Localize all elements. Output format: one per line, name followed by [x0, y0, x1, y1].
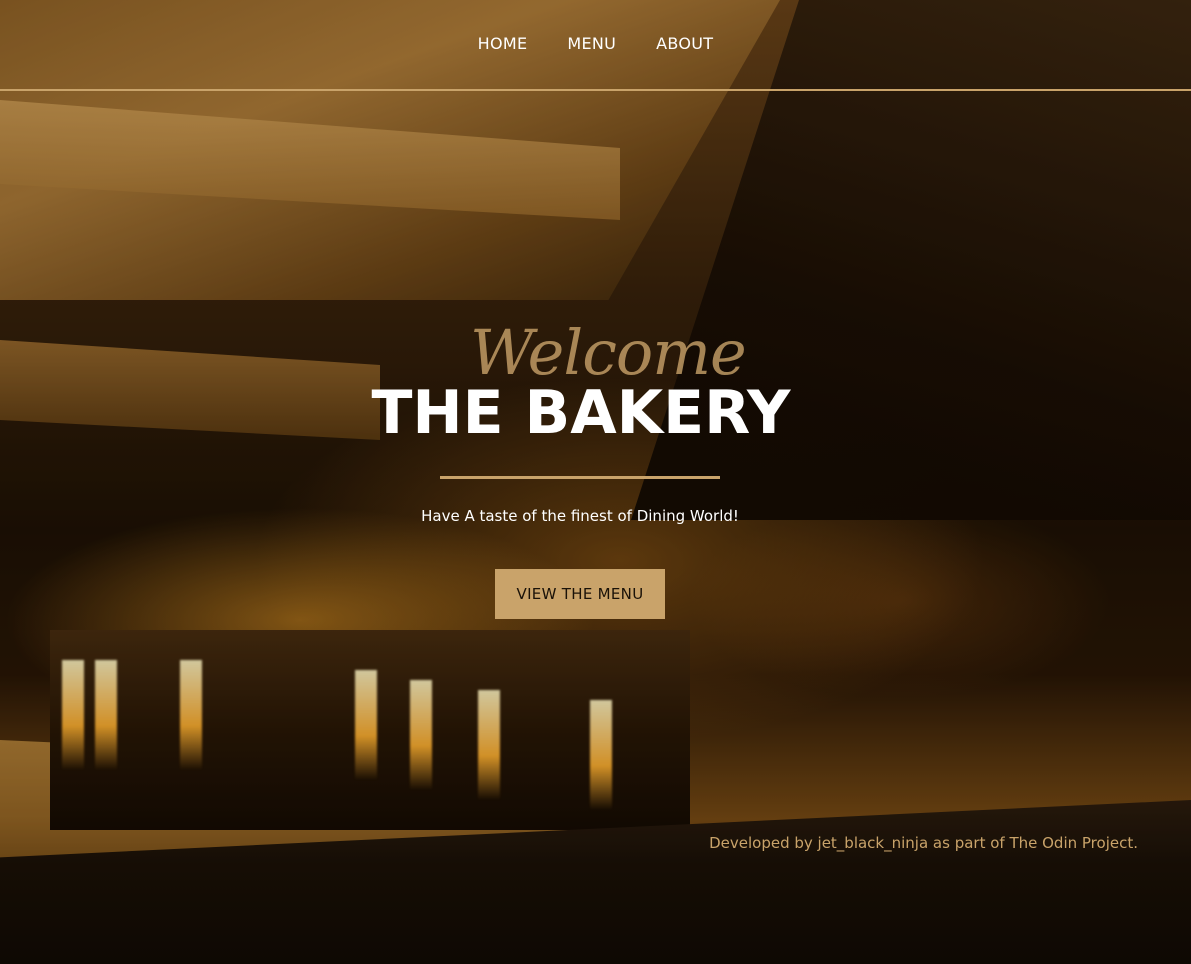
hero-tagline: Have A taste of the finest of Dining Wor… [421, 507, 739, 525]
nav-home-link[interactable]: HOME [478, 34, 528, 53]
title-divider [440, 476, 720, 479]
background-restaurant-photo [0, 0, 1191, 964]
page-title: THE BAKERY [371, 378, 791, 448]
nav-menu-link[interactable]: MENU [567, 34, 616, 53]
footer-credit: Developed by jet_black_ninja as part of … [709, 834, 1138, 852]
nav-about-link[interactable]: ABOUT [656, 34, 713, 53]
main-nav: HOME MENU ABOUT [0, 0, 1191, 91]
view-menu-button[interactable]: VIEW THE MENU [495, 569, 665, 619]
image-overlay [0, 0, 1191, 964]
hero-title-wrap: THE BAKERY [365, 378, 797, 448]
